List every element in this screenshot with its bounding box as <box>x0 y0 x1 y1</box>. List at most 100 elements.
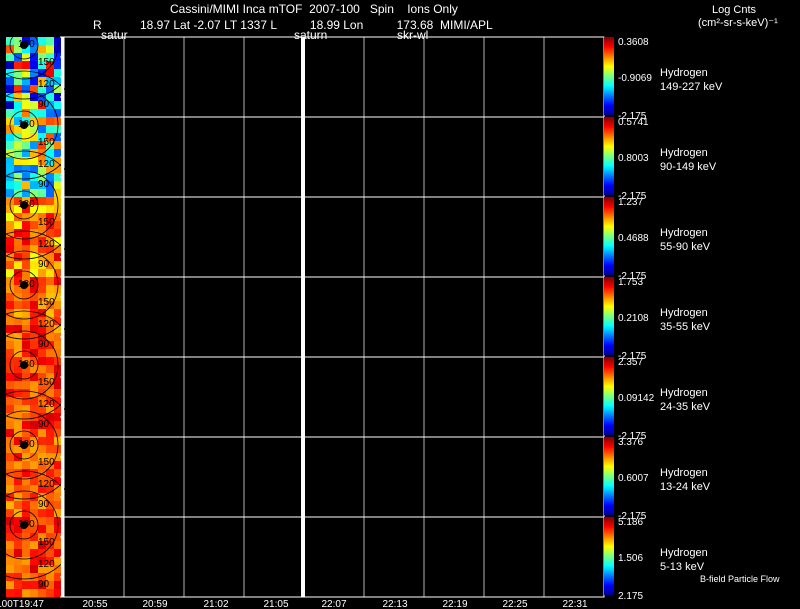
heatmap-cell <box>14 565 23 574</box>
heatmap-cell <box>38 525 47 534</box>
heatmap-cell <box>14 109 23 118</box>
heatmap-cell <box>22 485 31 494</box>
pitch-angle-label: 120 <box>38 159 55 170</box>
colorbar-min-label: 2.175 <box>618 591 643 602</box>
heatmap-cell <box>22 181 31 190</box>
heatmap-cell <box>14 413 23 422</box>
heatmap-cell <box>22 133 31 142</box>
pitch-angle-map: 18015012090 <box>0 0 79 118</box>
heatmap-cell <box>38 125 47 134</box>
x-tick-label: 22:13 <box>382 599 407 609</box>
panel-frame <box>63 356 605 438</box>
heatmap-cell <box>22 253 31 262</box>
heatmap-cell <box>22 469 31 478</box>
heatmap-cell <box>38 269 47 278</box>
energy-range-label: 149-227 keV <box>660 81 723 93</box>
heatmap-cell <box>46 589 55 598</box>
heatmap-cell <box>38 109 47 118</box>
heatmap-cell <box>6 317 15 326</box>
heatmap-cell <box>6 421 15 430</box>
energy-range-label: 55-90 keV <box>660 241 711 253</box>
heatmap-cell <box>46 429 55 438</box>
colorbar-mid-label: 0.4688 <box>618 233 649 244</box>
panel-divider <box>61 37 64 597</box>
x-tick-label: 22:07 <box>321 599 346 609</box>
x-tick-label: 21:05 <box>263 599 288 609</box>
heatmap-cell <box>22 101 31 110</box>
colorbar <box>604 517 614 595</box>
heatmap-cell <box>22 381 31 390</box>
heatmap-cell <box>14 189 23 198</box>
pitch-angle-label: 150 <box>38 297 55 308</box>
colorbar-max-label: 0.5741 <box>618 117 649 128</box>
colorbar-mid-label: 0.8003 <box>618 153 649 164</box>
colorbar-mid-label: 1.506 <box>618 553 643 564</box>
pitch-angle-label: 180 <box>18 39 35 50</box>
heatmap-cell <box>14 69 23 78</box>
species-label: Hydrogen <box>660 467 708 479</box>
heatmap-cell <box>46 437 55 446</box>
heatmap-cell <box>14 101 23 110</box>
heatmap-cell <box>14 253 23 262</box>
heatmap-cell <box>22 325 31 334</box>
heatmap-cell <box>14 173 23 182</box>
heatmap-cell <box>22 541 31 550</box>
pitch-angle-label: 120 <box>38 79 55 90</box>
heatmap-cell <box>14 549 23 558</box>
heatmap-cell <box>22 301 31 310</box>
heatmap-cell <box>22 293 31 302</box>
heatmap-cell <box>46 117 55 126</box>
colorbar-max-label: 5.186 <box>618 517 643 528</box>
panel-frame <box>63 36 605 118</box>
colorbar <box>604 357 614 435</box>
colorbar <box>604 197 614 275</box>
heatmap-cell <box>22 229 31 238</box>
heatmap-cell <box>46 277 55 286</box>
energy-range-label: 35-55 keV <box>660 321 711 333</box>
heatmap-cell <box>22 501 31 510</box>
heatmap-cell <box>46 205 55 214</box>
heatmap-cell <box>22 509 31 518</box>
colorbar-max-label: 0.3608 <box>618 37 649 48</box>
heatmap-cell <box>6 61 15 70</box>
species-label: Hydrogen <box>660 67 708 79</box>
heatmap-cell <box>22 245 31 254</box>
colorbar-max-label: 1.753 <box>618 277 643 288</box>
heatmap-cell <box>30 589 39 598</box>
heatmap-cell <box>22 349 31 358</box>
heatmap-cell <box>14 429 23 438</box>
pitch-angle-label: 120 <box>38 239 55 250</box>
heatmap-cell <box>14 301 23 310</box>
heatmap-cell <box>14 421 23 430</box>
pitch-angle-label: 150 <box>38 377 55 388</box>
pitch-angle-label: 180 <box>18 439 35 450</box>
heatmap-cell <box>14 493 23 502</box>
heatmap-cell <box>14 229 23 238</box>
x-tick-label: 100T19:47 <box>0 599 44 609</box>
heatmap-cell <box>22 413 31 422</box>
pitch-angle-label: 150 <box>38 217 55 228</box>
heatmap-cell <box>14 293 23 302</box>
pitch-angle-label: 180 <box>18 359 35 370</box>
heatmap-cell <box>14 589 23 598</box>
heatmap-cell <box>46 349 55 358</box>
x-tick-label: 21:02 <box>203 599 228 609</box>
heatmap-cell <box>14 133 23 142</box>
x-tick-label: 20:59 <box>142 599 167 609</box>
panel-frame <box>63 116 605 198</box>
pitch-angle-label: 180 <box>18 279 35 290</box>
heatmap-cell <box>14 373 23 382</box>
heatmap-cell <box>6 461 15 470</box>
heatmap-cell <box>6 141 15 150</box>
heatmap-cell <box>6 237 15 246</box>
heatmap-cell <box>14 53 23 62</box>
heatmap-cell <box>46 125 55 134</box>
species-label: Hydrogen <box>660 307 708 319</box>
heatmap-cell <box>46 525 55 534</box>
colorbar-max-label: 1.237 <box>618 197 643 208</box>
heatmap-cell <box>38 509 47 518</box>
panel-frame <box>63 436 605 518</box>
heatmap-figure: 180150120900.3608-0.9069-2.175Hydrogen14… <box>0 0 723 609</box>
heatmap-cell <box>46 109 55 118</box>
x-tick-label: 20:55 <box>82 599 107 609</box>
